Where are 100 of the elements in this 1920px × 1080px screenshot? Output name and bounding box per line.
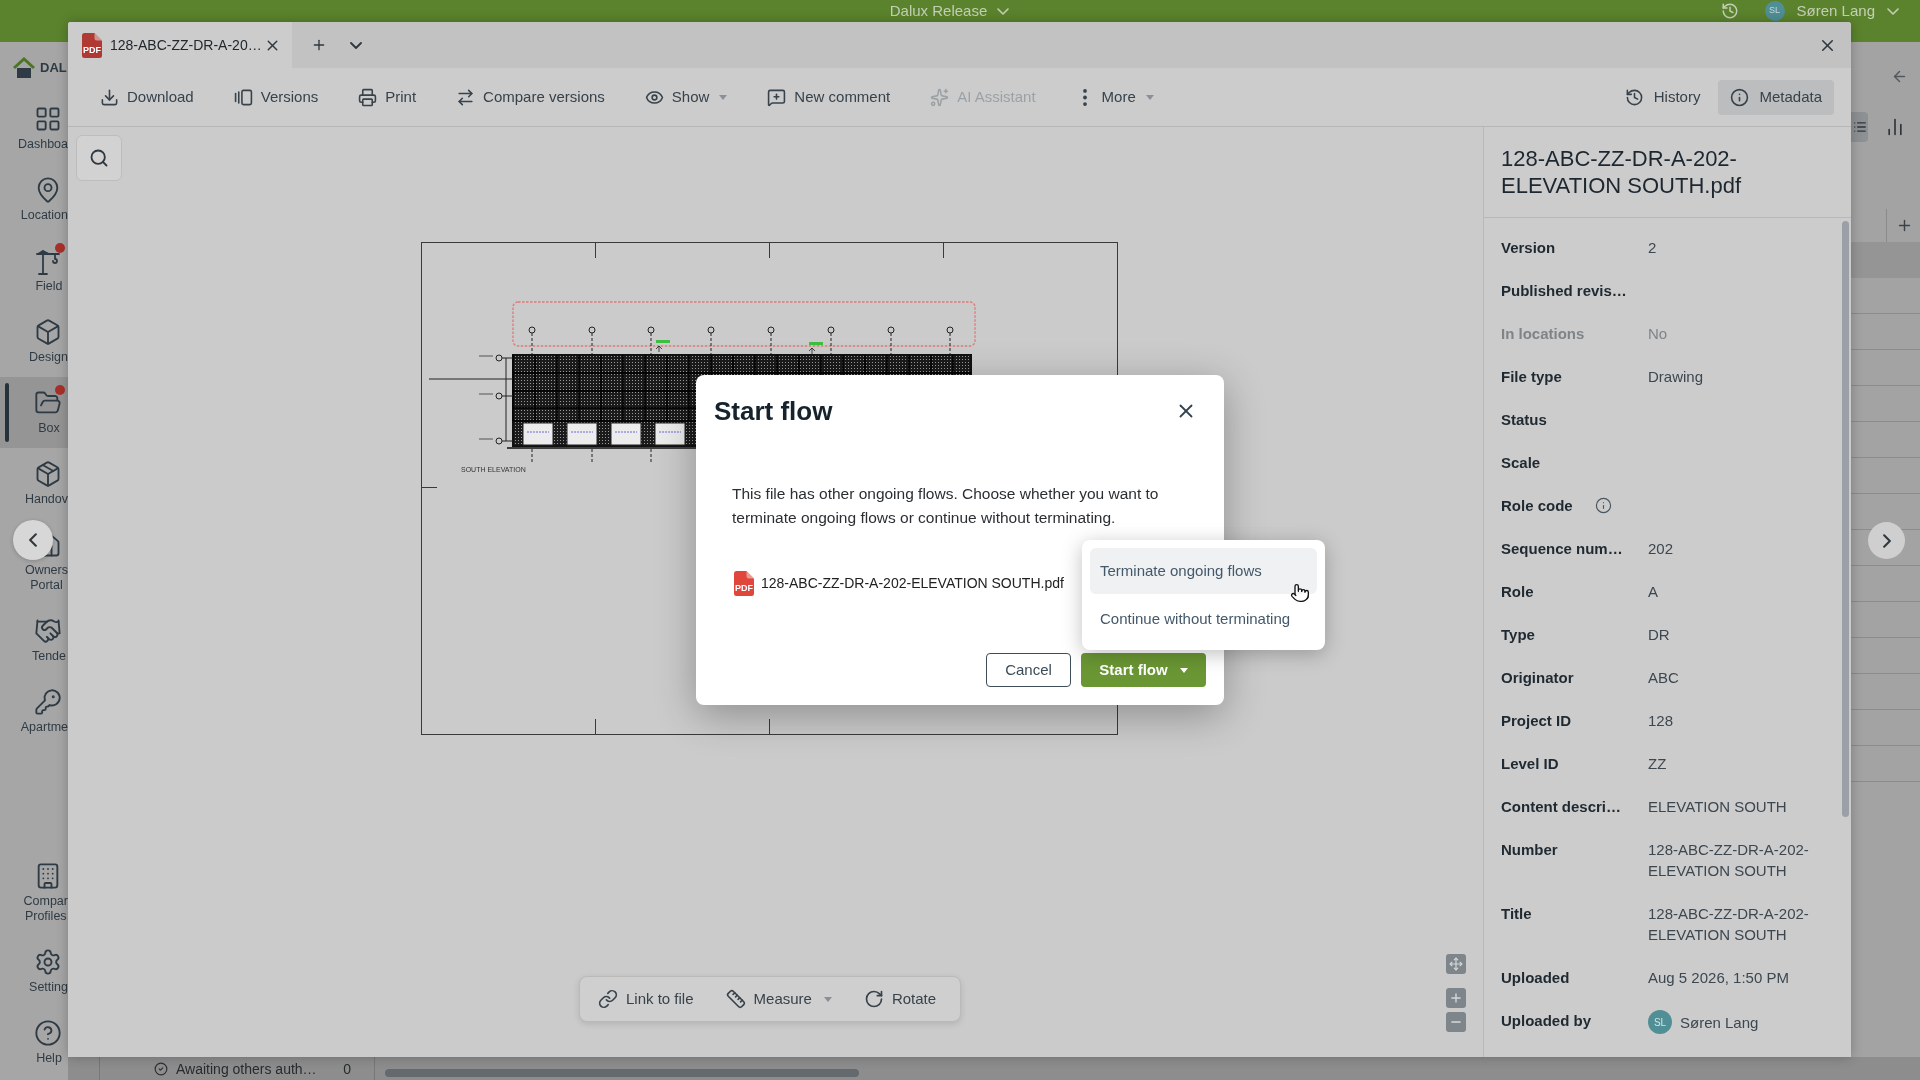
chevron-down-icon <box>1887 7 1899 15</box>
field-label: Role code <box>1501 496 1573 516</box>
sidebar-item[interactable]: Help <box>0 1007 68 1078</box>
toolbar-button[interactable]: New comment <box>767 79 891 115</box>
field-value: A <box>1648 582 1659 602</box>
field-label: Scale <box>1501 453 1541 473</box>
cancel-button[interactable]: Cancel <box>986 653 1071 687</box>
toolbar-button[interactable]: Compare versions <box>456 79 605 115</box>
field-label: Uploaded <box>1501 968 1570 988</box>
package-icon <box>34 460 62 488</box>
toolbar-button[interactable]: Print <box>358 79 417 115</box>
canvas-tool-button[interactable]: Rotate <box>863 987 937 1011</box>
sidebar-item[interactable]: Design <box>0 306 68 377</box>
field-label: Role <box>1501 582 1534 602</box>
menu-item[interactable]: Continue without terminating <box>1090 596 1317 642</box>
field-value: ELEVATION SOUTH <box>1648 797 1788 817</box>
scrollbar-thumb[interactable] <box>1842 221 1849 817</box>
scrollbar-thumb[interactable] <box>385 1069 859 1077</box>
printer-icon <box>358 87 378 107</box>
panel-tab[interactable]: History <box>1612 79 1713 115</box>
menu-item[interactable]: Terminate ongoing flows <box>1090 548 1317 594</box>
chevron-right-icon <box>1882 533 1891 548</box>
panels-icon <box>233 87 253 107</box>
panel-tab[interactable]: Metadata <box>1718 79 1834 115</box>
canvas-tool-button[interactable]: Link to file <box>598 987 694 1011</box>
field-value: DR <box>1648 625 1671 645</box>
field-label: Uploaded by <box>1501 1011 1591 1031</box>
field-value: 128-ABC-ZZ-DR-A-202-ELEVATION SOUTH <box>1648 904 1810 945</box>
sidebar-item[interactable]: Apartme <box>0 676 68 747</box>
settings-icon <box>34 948 62 976</box>
field-label: Number <box>1501 840 1558 860</box>
field-label: Version <box>1501 238 1556 258</box>
file-name: 128-ABC-ZZ-DR-A-202-ELEVATION SOUTH.pdf <box>761 573 1064 593</box>
chevron-down-icon <box>997 7 1010 15</box>
field-label: Project ID <box>1501 711 1572 731</box>
file-tab[interactable]: PDF 128-ABC-ZZ-DR-A-20… <box>68 22 292 68</box>
fit-to-screen-icon[interactable] <box>1446 954 1466 974</box>
field-label: Status <box>1501 410 1547 430</box>
history-icon <box>1624 87 1644 107</box>
field-value: Drawing <box>1648 367 1705 387</box>
sidebar-item[interactable]: Setting <box>0 936 68 1007</box>
rotate-icon <box>863 989 884 1009</box>
check-circle-icon <box>154 1061 168 1076</box>
search-button[interactable] <box>76 135 122 181</box>
field-label: Originator <box>1501 668 1574 688</box>
field-value: 128 <box>1648 711 1675 731</box>
link-icon <box>598 989 618 1009</box>
search-icon <box>89 148 109 168</box>
file-title: 128-ABC-ZZ-DR-A-202-ELEVATION SOUTH.pdf <box>1501 145 1743 199</box>
field-value: 202 <box>1648 539 1675 559</box>
toolbar-button[interactable]: Download <box>100 79 194 115</box>
chevron-left-icon <box>29 533 37 547</box>
toolbar-button[interactable]: Show <box>644 79 728 115</box>
field-label: Type <box>1501 625 1535 645</box>
field-value: ABC <box>1648 668 1680 688</box>
sidebar-item[interactable]: Tende <box>0 605 68 676</box>
dialog-title: Start flow <box>714 395 833 427</box>
user-avatar: SL <box>1648 1010 1672 1034</box>
hand-cursor-icon <box>1290 582 1310 604</box>
sidebar-item[interactable]: Handov <box>0 448 68 519</box>
list-icon[interactable] <box>1851 112 1868 142</box>
grid-icon <box>34 105 62 133</box>
field-label: Title <box>1501 904 1532 924</box>
field-label: Level ID <box>1501 754 1559 774</box>
handshake-icon <box>34 617 62 645</box>
user-avatar: SL <box>1764 1 1785 21</box>
toolbar-button[interactable]: More <box>1075 79 1154 115</box>
bar-chart-icon[interactable] <box>1885 117 1905 137</box>
start-flow-button[interactable]: Start flow <box>1081 653 1206 687</box>
comment-plus-icon <box>767 87 787 107</box>
sidebar-item[interactable]: Compar Profiles <box>0 850 68 936</box>
field-value: ZZ <box>1648 754 1668 774</box>
toolbar-button[interactable]: Versions <box>233 79 319 115</box>
sidebar-item[interactable]: Field <box>0 235 68 306</box>
plus-icon[interactable] <box>311 37 327 53</box>
key-icon <box>34 688 62 716</box>
house-logo-icon <box>12 56 36 79</box>
cube-icon <box>34 318 62 346</box>
chevron-down-icon[interactable] <box>350 41 362 49</box>
history-icon[interactable] <box>1720 2 1739 20</box>
status-count: 0 <box>343 1060 351 1077</box>
ruler-icon <box>725 989 746 1009</box>
field-label: Published revis… <box>1501 281 1627 301</box>
sidebar-item[interactable]: Location <box>0 164 68 235</box>
field-label: In locations <box>1501 324 1585 344</box>
field-label: Content descri… <box>1501 797 1621 817</box>
logo-text: DAL <box>40 58 67 77</box>
sidebar-item[interactable]: Box <box>0 377 68 448</box>
field-label: Sequence num… <box>1501 539 1623 559</box>
help-icon <box>34 1019 62 1047</box>
field-label: File type <box>1501 367 1562 387</box>
more-icon <box>1082 88 1087 106</box>
sidebar-item[interactable]: Dashboa <box>0 93 68 164</box>
field-value: 128-ABC-ZZ-DR-A-202-ELEVATION SOUTH <box>1648 840 1810 881</box>
info-icon[interactable] <box>1594 497 1612 514</box>
status-label: Awaiting others auth… <box>176 1060 317 1077</box>
plus-icon[interactable] <box>1896 217 1913 234</box>
canvas-tool-button[interactable]: Measure <box>725 987 832 1011</box>
dialog-message: This file has other ongoing flows. Choose whether you want to terminate ongoing flows or continue without terminating. <box>731 484 1160 528</box>
sparkles-icon <box>930 87 950 107</box>
